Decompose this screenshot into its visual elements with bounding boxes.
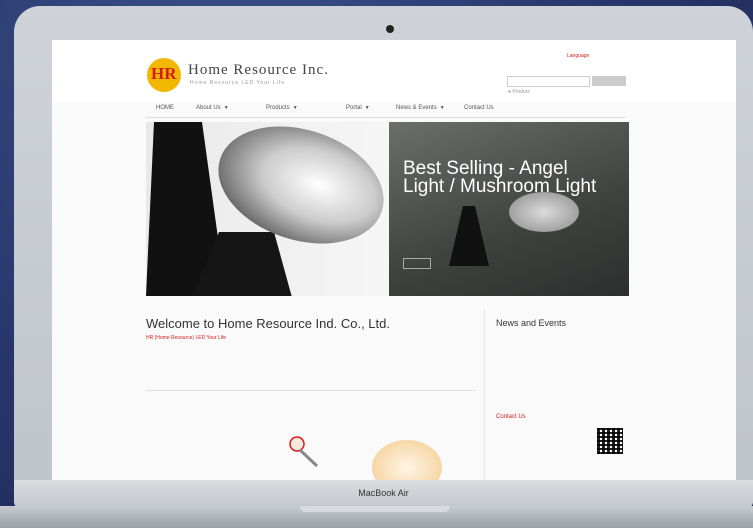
search-button[interactable] (592, 76, 626, 86)
chevron-down-icon: ▼ (223, 105, 229, 111)
camera (386, 25, 394, 33)
nav-portal-label: Portal (346, 105, 362, 111)
qr-code-icon (597, 428, 623, 454)
laptop-screen: HR Home Resource Inc. Home Resource LED … (52, 40, 736, 486)
nav-home-label: HOME (156, 105, 174, 111)
nav-portal[interactable]: Portal ▼ (346, 105, 370, 111)
main-nav: HOME About Us ▼ Products ▼ Portal ▼ News & … (146, 103, 626, 118)
laptop-base (0, 506, 753, 528)
nav-contact[interactable]: Contact Us (464, 105, 494, 111)
search-input[interactable] (507, 76, 590, 87)
hero-banner[interactable]: Best Selling - Angel Light / Mushroom Li… (389, 122, 629, 296)
chevron-down-icon: ▼ (292, 105, 298, 111)
nav-products-label: Products (266, 105, 290, 111)
contact-heading[interactable]: Contact Us (496, 414, 526, 420)
chevron-down-icon: ▼ (439, 105, 445, 111)
lamp-shape (449, 206, 489, 266)
nav-contact-label: Contact Us (464, 105, 494, 111)
tagline: Home Resource LED Your Life (190, 80, 286, 86)
hero-more-button[interactable] (403, 258, 431, 269)
lamp-shade (509, 192, 579, 232)
nav-news-label: News & Events (396, 105, 437, 111)
nav-products[interactable]: Products ▼ (266, 105, 298, 111)
device-model: MacBook Air (358, 488, 409, 498)
laptop-frame: HR Home Resource Inc. Home Resource LED … (14, 6, 753, 516)
language-selector[interactable]: Language (567, 53, 589, 59)
nav-about-label: About Us (196, 105, 221, 111)
nav-home[interactable]: HOME (156, 105, 174, 111)
hero-image-lamps (146, 122, 389, 296)
laptop-bezel-bottom: MacBook Air (14, 480, 753, 508)
news-title: News and Events (496, 318, 567, 328)
site-header: HR Home Resource Inc. Home Resource LED … (52, 40, 736, 102)
logo-text: HR (151, 64, 177, 83)
logo[interactable]: HR (147, 58, 181, 92)
column-divider (484, 310, 485, 486)
chevron-down-icon: ▼ (364, 105, 370, 111)
hero-title: Best Selling - Angel Light / Mushroom Li… (403, 158, 597, 197)
welcome-title: Welcome to Home Resource Ind. Co., Ltd. (146, 316, 390, 331)
laptop-notch (300, 506, 450, 512)
product-image (289, 436, 319, 468)
divider (146, 390, 476, 391)
welcome-subtitle: HR (Home Resource) LED Your Life (146, 335, 227, 341)
nav-about[interactable]: About Us ▼ (196, 105, 229, 111)
nav-news[interactable]: News & Events ▼ (396, 105, 445, 111)
search-option[interactable]: ● Product (508, 89, 530, 95)
search-option-label: Product (512, 89, 530, 95)
brand-name[interactable]: Home Resource Inc. (188, 62, 329, 79)
